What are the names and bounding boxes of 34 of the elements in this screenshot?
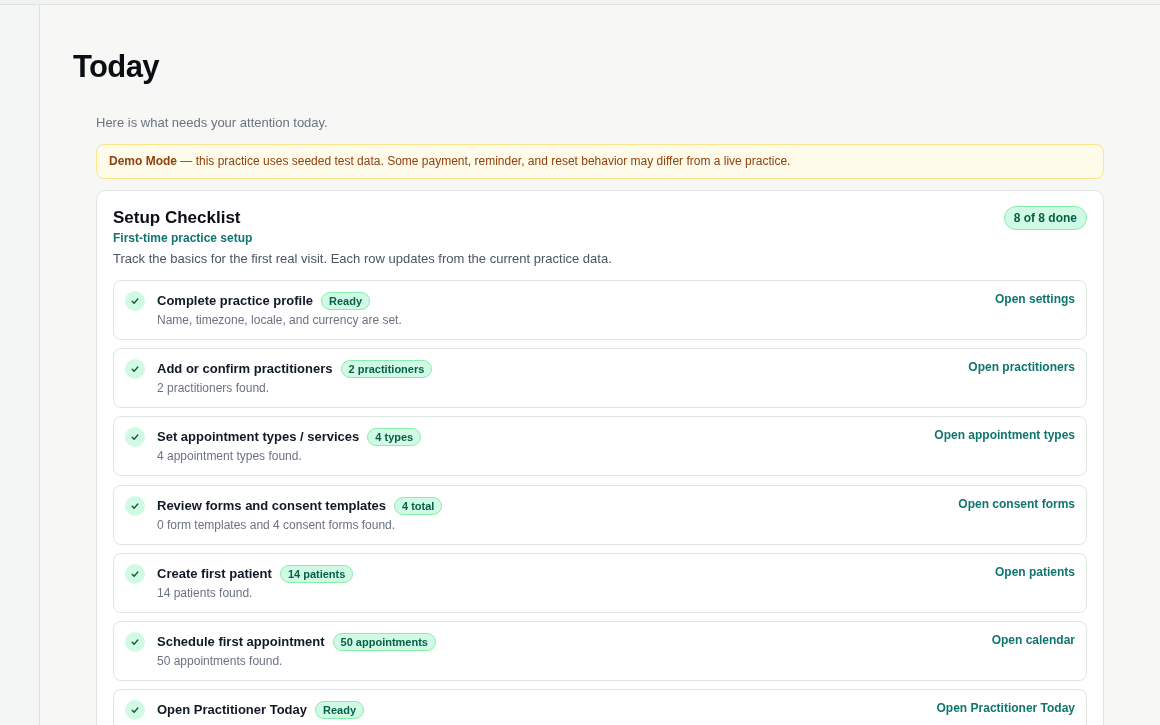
row-title: Create first patient: [157, 564, 272, 583]
progress-badge: 8 of 8 done: [1003, 206, 1087, 230]
row-detail: 50 appointments found.: [157, 652, 284, 669]
page-subtitle: Here is what needs your attention today.: [96, 114, 329, 132]
row-detail: 14 patients found.: [157, 584, 254, 601]
action-link[interactable]: Open settings: [995, 291, 1075, 307]
count-badge: 50 appointments: [332, 632, 436, 651]
action-link[interactable]: Open Practitioner Today: [936, 700, 1075, 717]
action-link[interactable]: Open appointment types: [934, 427, 1075, 444]
action-link[interactable]: Open practitioners: [968, 359, 1075, 376]
count-badge: 14 patients: [279, 564, 354, 583]
action-link[interactable]: Open calendar: [991, 631, 1075, 648]
page-title: Today: [73, 49, 160, 85]
row-title: Complete practice profile: [157, 292, 314, 310]
action-link[interactable]: Open consent forms: [958, 495, 1075, 512]
row-detail: 4 appointment types found.: [157, 448, 303, 465]
count-badge: 2 practitioners: [340, 360, 433, 379]
count-badge: Ready: [315, 701, 365, 720]
row-title: Set appointment types / services: [157, 428, 360, 447]
card-description: Track the basics for the first real visit. Each row updates from the current practice data.: [113, 250, 613, 268]
row-detail: 0 form templates and 4 consent forms found.: [157, 516, 397, 533]
card-title: Setup Checklist: [113, 207, 241, 229]
count-badge: 4 total: [394, 496, 443, 515]
action-link[interactable]: Open patients: [995, 563, 1075, 580]
row-title: Review forms and consent templates: [157, 496, 386, 515]
row-title: Schedule first appointment: [157, 632, 325, 651]
row-title: Add or confirm practitioners: [157, 360, 333, 379]
count-badge: Ready: [321, 292, 371, 310]
card-subtitle: First-time practice setup: [113, 230, 254, 246]
demo-mode-banner: Demo Mode — this practice uses seeded test data. Some payment, reminder, and reset behavior may differ from a live practice.: [96, 144, 1104, 179]
row-title: Open Practitioner Today: [157, 701, 307, 720]
row-detail: 2 practitioners found.: [157, 380, 271, 397]
count-badge: 4 types: [367, 428, 422, 447]
row-detail: Name, timezone, locale, and currency are set.: [157, 312, 403, 328]
